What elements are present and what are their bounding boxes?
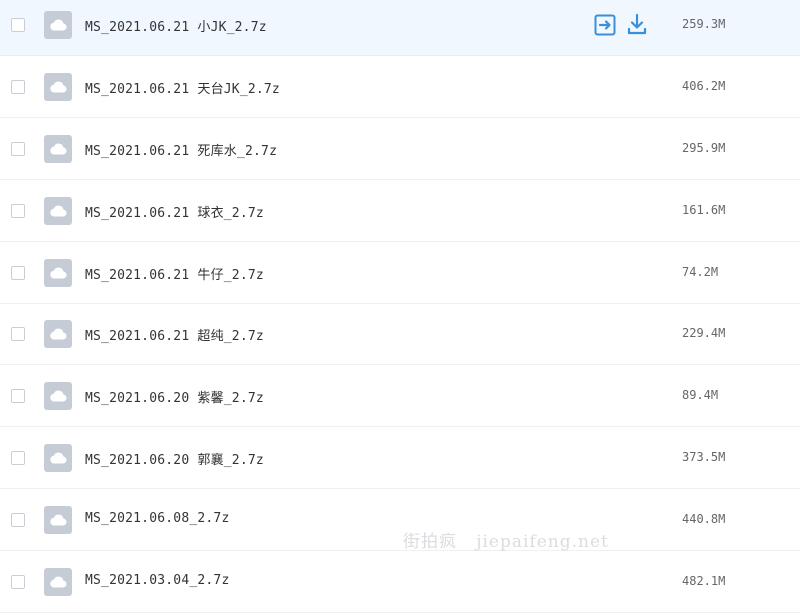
cloud-file-icon — [44, 444, 72, 472]
file-row-2[interactable]: MS_2021.06.21 天台JK_2.7z 406.2M — [0, 57, 800, 118]
cloud-file-icon — [44, 382, 72, 410]
share-icon[interactable] — [594, 14, 616, 36]
row-checkbox[interactable] — [11, 18, 25, 32]
cloud-file-icon — [44, 506, 72, 534]
file-size: 161.6M — [682, 203, 726, 217]
file-name[interactable]: MS_2021.06.21 天台JK_2.7z — [85, 78, 280, 97]
file-size: 482.1M — [682, 574, 726, 588]
file-row-6[interactable]: MS_2021.06.21 超纯_2.7z 229.4M — [0, 304, 800, 365]
file-size: 295.9M — [682, 141, 726, 155]
row-checkbox[interactable] — [11, 575, 25, 589]
row-checkbox[interactable] — [11, 389, 25, 403]
file-size: 229.4M — [682, 326, 726, 340]
cloud-file-icon — [44, 11, 72, 39]
file-name[interactable]: MS_2021.06.08_2.7z — [85, 511, 229, 526]
row-checkbox[interactable] — [11, 80, 25, 94]
file-size: 440.8M — [682, 512, 726, 526]
file-name[interactable]: MS_2021.06.21 超纯_2.7z — [85, 325, 264, 344]
file-name[interactable]: MS_2021.06.20 紫馨_2.7z — [85, 387, 264, 406]
cloud-file-icon — [44, 568, 72, 596]
download-icon[interactable] — [626, 13, 648, 35]
file-row-7[interactable]: MS_2021.06.20 紫馨_2.7z 89.4M — [0, 366, 800, 427]
file-row-1[interactable]: MS_2021.06.21 小JK_2.7z 259.3M — [0, 0, 800, 56]
file-name[interactable]: MS_2021.06.20 郭襄_2.7z — [85, 449, 264, 468]
file-size: 74.2M — [682, 265, 719, 279]
file-size: 89.4M — [682, 388, 719, 402]
file-row-9[interactable]: MS_2021.06.08_2.7z 440.8M — [0, 490, 800, 551]
row-checkbox[interactable] — [11, 513, 25, 527]
row-checkbox[interactable] — [11, 204, 25, 218]
row-checkbox[interactable] — [11, 451, 25, 465]
file-name[interactable]: MS_2021.06.21 死库水_2.7z — [85, 140, 277, 159]
file-row-4[interactable]: MS_2021.06.21 球衣_2.7z 161.6M — [0, 181, 800, 242]
cloud-file-icon — [44, 259, 72, 287]
file-name[interactable]: MS_2021.06.21 小JK_2.7z — [85, 16, 267, 35]
file-size: 259.3M — [682, 17, 726, 31]
file-name[interactable]: MS_2021.03.04_2.7z — [85, 573, 229, 588]
file-size: 373.5M — [682, 450, 726, 464]
file-name[interactable]: MS_2021.06.21 球衣_2.7z — [85, 202, 264, 221]
file-row-8[interactable]: MS_2021.06.20 郭襄_2.7z 373.5M — [0, 428, 800, 489]
cloud-file-icon — [44, 320, 72, 348]
row-checkbox[interactable] — [11, 327, 25, 341]
file-name[interactable]: MS_2021.06.21 牛仔_2.7z — [85, 264, 264, 283]
cloud-file-icon — [44, 197, 72, 225]
file-size: 406.2M — [682, 79, 726, 93]
file-row-10[interactable]: MS_2021.03.04_2.7z 482.1M — [0, 552, 800, 613]
file-list: MS_2021.06.21 小JK_2.7z 259.3M MS_2021.06… — [0, 0, 800, 615]
row-checkbox[interactable] — [11, 266, 25, 280]
cloud-file-icon — [44, 135, 72, 163]
cloud-file-icon — [44, 73, 72, 101]
file-row-5[interactable]: MS_2021.06.21 牛仔_2.7z 74.2M — [0, 243, 800, 304]
row-checkbox[interactable] — [11, 142, 25, 156]
file-row-3[interactable]: MS_2021.06.21 死库水_2.7z 295.9M — [0, 119, 800, 180]
